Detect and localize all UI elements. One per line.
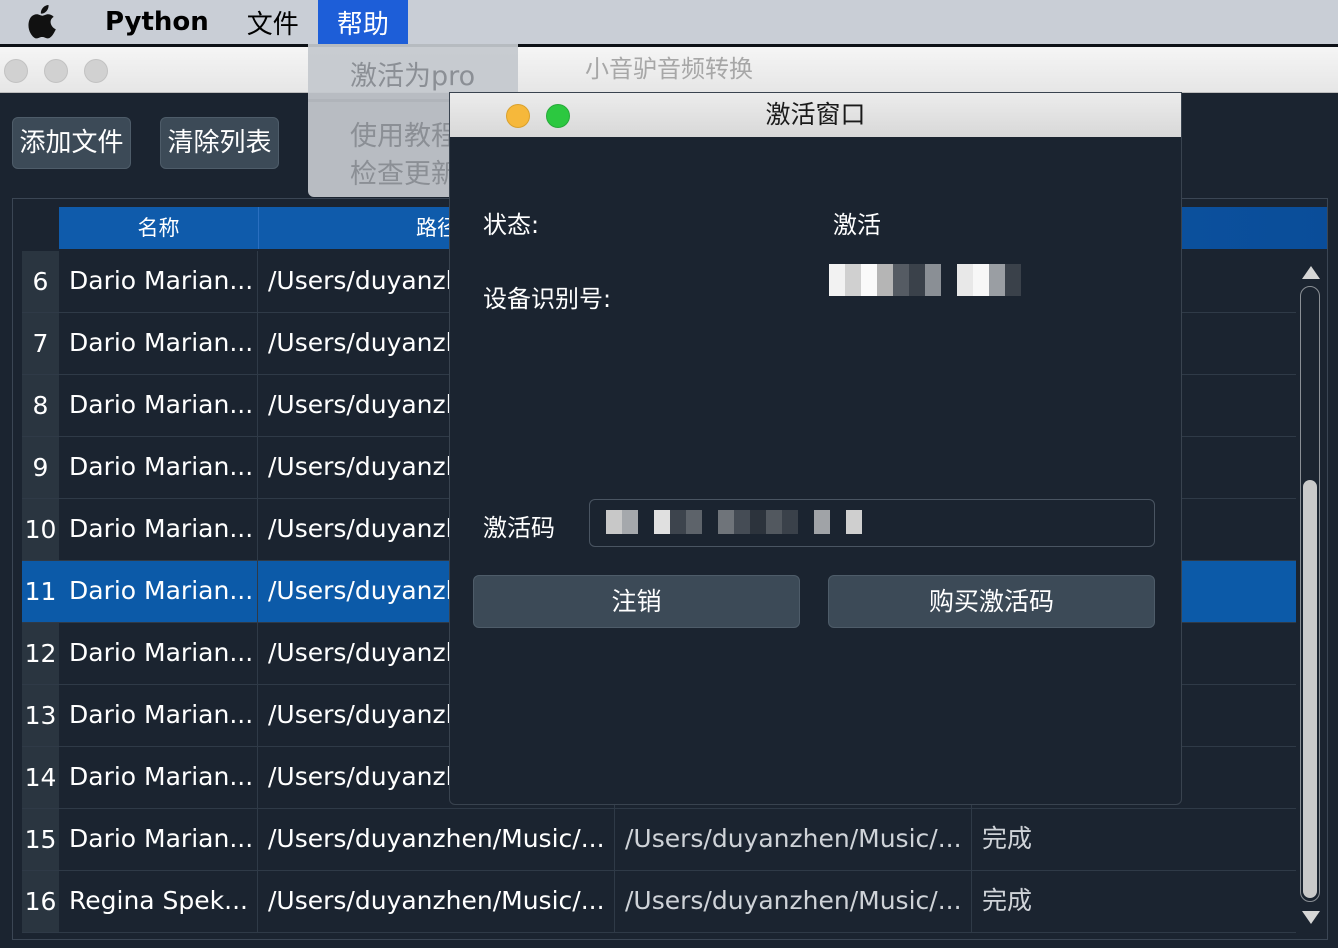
row-index: 16 <box>22 871 59 932</box>
menu-bar: Python 文件 帮助 <box>0 0 1338 44</box>
cell-status: 完成 <box>982 824 1033 853</box>
row-index: 12 <box>22 623 59 684</box>
cell-output-path: /Users/duyanzhen/Music/... <box>615 871 972 932</box>
cell-name: Dario Marian... <box>59 499 258 560</box>
status-value: 激活 <box>833 211 881 239</box>
row-index: 9 <box>22 437 59 498</box>
column-header-name[interactable]: 名称 <box>59 207 259 249</box>
apple-icon[interactable] <box>0 0 86 44</box>
activation-code-value-pixelated <box>606 510 862 534</box>
activation-code-label: 激活码 <box>483 514 555 542</box>
cell-name: Dario Marian... <box>59 251 258 312</box>
row-index: 15 <box>22 809 59 870</box>
cell-name: Dario Marian... <box>59 561 258 622</box>
dialog-title: 激活窗口 <box>765 100 866 129</box>
dialog-zoom-button[interactable] <box>546 104 570 128</box>
row-index: 13 <box>22 685 59 746</box>
cell-name: Dario Marian... <box>59 809 258 870</box>
scrollbar-thumb[interactable] <box>1303 480 1317 898</box>
cell-output-path: /Users/duyanzhen/Music/... <box>615 809 972 870</box>
cell-name: Dario Marian... <box>59 313 258 374</box>
window-titlebar: 小音驴音频转换 <box>0 47 1338 93</box>
cell-name: Dario Marian... <box>59 747 258 808</box>
row-index: 8 <box>22 375 59 436</box>
buy-activation-code-button[interactable]: 购买激活码 <box>828 575 1155 628</box>
row-index: 11 <box>22 561 59 622</box>
menu-item-check-update[interactable]: 检查更新 <box>350 152 458 191</box>
table-scrollbar[interactable] <box>1297 262 1325 928</box>
cell-status: 完成 <box>982 886 1033 915</box>
logout-button[interactable]: 注销 <box>473 575 800 628</box>
menu-item-tutorial[interactable]: 使用教程 <box>350 114 458 153</box>
menu-python[interactable]: Python <box>86 0 228 44</box>
table-row[interactable]: 16 Regina Spek.../Users/duyanzhen/Music/.… <box>22 871 1296 933</box>
row-index: 14 <box>22 747 59 808</box>
table-row[interactable]: 15 Dario Marian.../Users/duyanzhen/Music/… <box>22 809 1296 871</box>
row-index: 7 <box>22 313 59 374</box>
cell-path: /Users/duyanzhen/Music/... <box>258 809 615 870</box>
cell-name: Dario Marian... <box>59 685 258 746</box>
menu-item-activate-pro[interactable]: 激活为pro <box>350 54 475 93</box>
menu-file[interactable]: 文件 <box>228 0 318 44</box>
scroll-down-arrow-icon[interactable] <box>1302 911 1320 924</box>
device-id-label: 设备识别号: <box>483 285 612 313</box>
scroll-up-arrow-icon[interactable] <box>1302 266 1320 279</box>
cell-name: Dario Marian... <box>59 623 258 684</box>
cell-name: Dario Marian... <box>59 375 258 436</box>
device-id-value-pixelated <box>829 264 1021 296</box>
activation-dialog: 激活窗口 状态: 激活 设备识别号: 激活码 注销 购买激活码 <box>449 92 1182 805</box>
dialog-window-controls <box>506 104 570 128</box>
row-index: 6 <box>22 251 59 312</box>
row-index: 10 <box>22 499 59 560</box>
cell-name: Dario Marian... <box>59 437 258 498</box>
cell-name: Regina Spek... <box>59 871 258 932</box>
window-title: 小音驴音频转换 <box>585 55 753 83</box>
dialog-minimize-button[interactable] <box>506 104 530 128</box>
add-files-button[interactable]: 添加文件 <box>12 117 131 169</box>
activation-code-input[interactable] <box>589 499 1155 547</box>
status-label: 状态: <box>483 211 540 239</box>
clear-list-button[interactable]: 清除列表 <box>160 117 279 169</box>
cell-path: /Users/duyanzhen/Music/... <box>258 871 615 932</box>
menu-help[interactable]: 帮助 <box>317 0 408 44</box>
